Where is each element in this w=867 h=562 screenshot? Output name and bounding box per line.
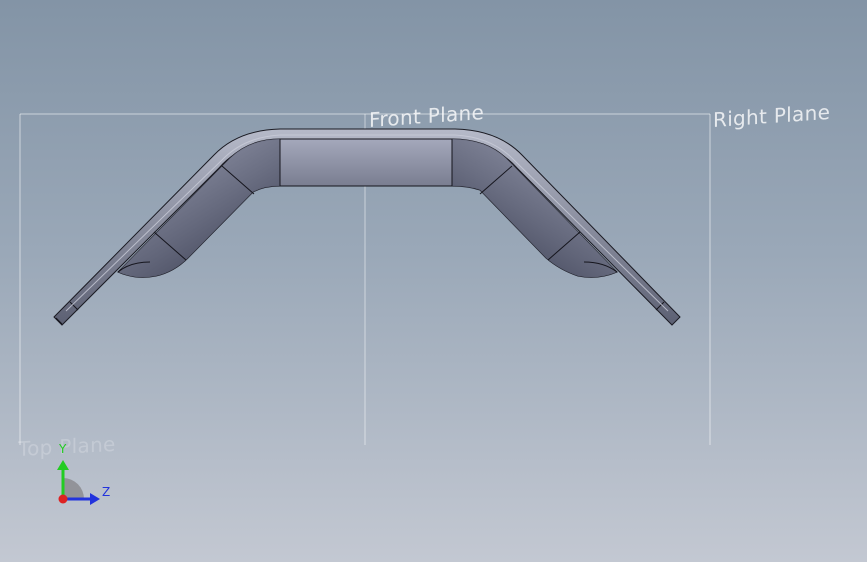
reference-triad[interactable]: Y Z xyxy=(50,440,120,512)
sheet-metal-part[interactable] xyxy=(53,128,681,326)
graphics-viewport[interactable]: Front Plane Right Plane Top Plane Y Z xyxy=(0,0,867,562)
axis-y-label: Y xyxy=(59,442,67,456)
axis-z-label: Z xyxy=(102,485,111,499)
model-scene[interactable] xyxy=(0,0,867,562)
